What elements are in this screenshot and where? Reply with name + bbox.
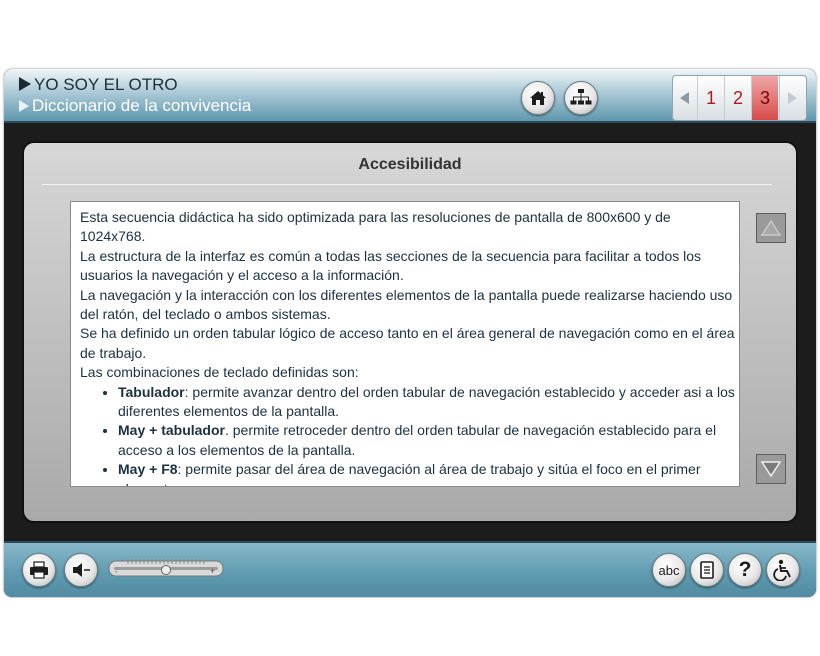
home-button[interactable]: [521, 81, 555, 115]
home-icon: [530, 91, 546, 105]
page-button-3[interactable]: 3: [751, 76, 778, 120]
paragraph: Las combinaciones de teclado definidas s…: [80, 364, 359, 381]
print-icon: [30, 561, 48, 579]
page-navigator: 1 2 3: [672, 75, 807, 121]
title-divider: [42, 184, 772, 185]
help-icon: ?: [738, 558, 752, 581]
arrow-right-icon: [788, 92, 797, 104]
scroll-down-button[interactable]: [756, 454, 786, 484]
accessibility-button[interactable]: [766, 553, 800, 587]
prev-page-button[interactable]: [673, 76, 697, 120]
header: YO SOY EL OTRO Diccionario de la convive…: [4, 69, 816, 123]
page-button-2[interactable]: 2: [724, 76, 751, 120]
paragraph: La navegación y la interacción con los d…: [80, 286, 733, 323]
audio-button[interactable]: [64, 553, 98, 587]
glossary-icon: abc: [658, 562, 680, 578]
glossary-button[interactable]: abc: [652, 553, 686, 587]
arrow-left-icon: [680, 92, 689, 104]
app-window: YO SOY EL OTRO Diccionario de la convive…: [4, 69, 816, 597]
print-button[interactable]: [22, 553, 56, 587]
paragraph: Se ha definido un orden tabular lógico d…: [80, 325, 735, 361]
app-subtitle: Diccionario de la convivencia: [19, 96, 251, 116]
accessibility-icon: [773, 559, 791, 581]
document-icon: [700, 561, 714, 579]
sitemap-button[interactable]: [564, 81, 598, 115]
shortcut-list: Tabulador: permite avanzar dentro del or…: [80, 383, 739, 486]
help-button[interactable]: ?: [728, 553, 762, 587]
panel-title: Accesibilidad: [358, 156, 462, 173]
sitemap-icon: [570, 89, 592, 105]
footer-toolbar: - + abc ?: [4, 541, 816, 597]
text-content[interactable]: Esta secuencia didáctica ha sido optimiz…: [70, 201, 740, 487]
content-panel: Accesibilidad Esta secuencia didáctica h…: [22, 141, 798, 523]
page-button-1[interactable]: 1: [697, 76, 724, 120]
triangle-icon: [19, 77, 31, 91]
list-item: May + tabulador. permite retroceder dent…: [118, 421, 739, 460]
paragraph: Esta secuencia didáctica ha sido optimiz…: [80, 209, 671, 245]
next-page-button[interactable]: [779, 76, 804, 120]
document-button[interactable]: [690, 553, 724, 587]
paragraph: La estructura de la interfaz es común a …: [80, 247, 702, 284]
triangle-icon: [19, 100, 29, 112]
scroll-up-icon: [760, 219, 782, 236]
volume-minus-label: -: [115, 567, 118, 576]
list-item: May + F8: permite pasar del área de nave…: [118, 460, 739, 486]
scroll-down-icon: [760, 461, 782, 478]
volume-slider[interactable]: - +: [108, 555, 224, 581]
audio-icon: [73, 563, 90, 577]
list-item: Tabulador: permite avanzar dentro del or…: [118, 383, 739, 422]
app-title: YO SOY EL OTRO: [19, 75, 178, 95]
volume-knob[interactable]: [161, 565, 171, 575]
scroll-up-button[interactable]: [756, 213, 786, 243]
volume-plus-label: +: [210, 566, 215, 576]
volume-slider-graphic: - +: [108, 559, 224, 577]
